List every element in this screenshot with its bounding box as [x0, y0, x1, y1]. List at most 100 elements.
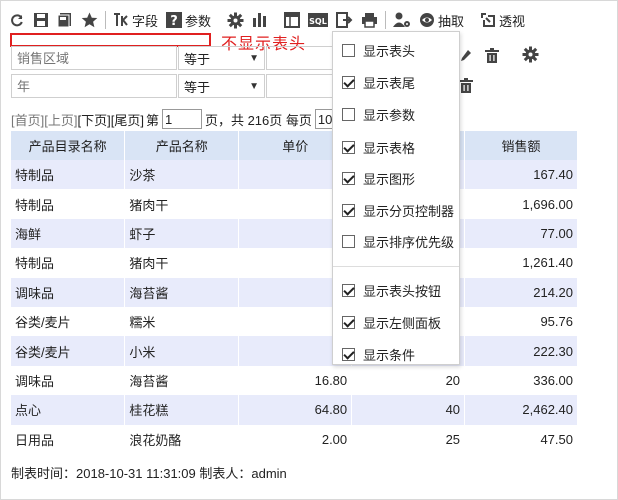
menu-item-label: 显示图形: [363, 172, 416, 187]
year-value-input[interactable]: [266, 74, 336, 98]
print-button[interactable]: [357, 6, 382, 34]
table-cell: 海苔酱: [124, 365, 240, 396]
menu-item-show-sort-priority[interactable]: 显示排序优先级: [342, 232, 454, 251]
trash-icon[interactable]: [459, 78, 473, 94]
refresh-button[interactable]: [5, 6, 29, 34]
table-cell: 沙茶: [124, 160, 240, 190]
favorite-button[interactable]: [77, 6, 102, 34]
toolbar-separator: [105, 11, 106, 29]
export-icon: [336, 12, 353, 28]
table-cell: 日用品: [11, 424, 126, 454]
menu-item-show-left-panel[interactable]: 显示左侧面板: [342, 313, 441, 332]
table-cell: 特制品: [11, 160, 126, 190]
year-operator-select[interactable]: 等于 ▼: [178, 74, 265, 98]
menu-item-show-table[interactable]: 显示表格: [342, 138, 415, 157]
menu-item-label: 显示表格: [363, 141, 416, 156]
table-cell: 调味品: [11, 277, 126, 307]
table-row: 海鲜虾子7077.00: [11, 218, 578, 249]
toolbar-separator: [385, 11, 387, 29]
region-operator-select[interactable]: 等于 ▼: [178, 46, 265, 70]
table-cell: 95.76: [464, 306, 578, 337]
field-label: 字段: [132, 13, 159, 29]
menu-item-show-header[interactable]: 显示表头: [342, 41, 415, 60]
window-icon: [284, 12, 301, 28]
page-prefix: 第: [145, 112, 159, 128]
menu-item-label: 显示表头按钮: [363, 284, 442, 299]
pagination: [首页] [上页] [下页] [尾页] 第 1 页，共 216页 每页 10: [11, 109, 345, 129]
table-row: 日用品 浪花奶酪 2.00 25 47.50: [11, 424, 578, 454]
menu-item-show-conditions[interactable]: 显示条件: [342, 345, 415, 364]
table-cell: 桂花糕: [124, 395, 240, 425]
menu-item-show-footer[interactable]: 显示表尾: [342, 73, 415, 92]
checkbox-icon[interactable]: [342, 76, 355, 89]
menu-item-label: 显示参数: [363, 108, 416, 123]
user-button[interactable]: [389, 6, 415, 34]
region-value-input[interactable]: [266, 46, 336, 70]
gear-icon[interactable]: [522, 46, 539, 63]
region-filter-input[interactable]: [11, 46, 177, 70]
checkbox-icon[interactable]: [342, 44, 355, 57]
column-header[interactable]: 产品名称: [124, 131, 240, 160]
save-button[interactable]: [29, 6, 53, 34]
annotation-highlight-box: [10, 33, 211, 47]
table-cell: 16.80: [238, 365, 353, 396]
menu-item-label: 显示左侧面板: [363, 316, 442, 331]
table-cell: 点心: [11, 395, 126, 425]
export-button[interactable]: [332, 6, 357, 34]
year-filter-input[interactable]: [11, 74, 177, 98]
checkbox-icon[interactable]: [342, 316, 355, 329]
sql-button[interactable]: SQL: [304, 6, 332, 34]
question-icon: ?: [166, 12, 183, 28]
table-cell: 糯米: [124, 306, 240, 337]
table-cell: 47.50: [464, 424, 578, 454]
checkbox-icon[interactable]: [342, 108, 355, 121]
table-cell: 1,696.00: [464, 189, 578, 219]
menu-item-show-params[interactable]: 显示参数: [342, 105, 415, 124]
user-settings-icon: [393, 12, 411, 27]
checkbox-icon[interactable]: [342, 235, 355, 248]
save-as-button[interactable]: [53, 6, 77, 34]
svg-text:SQL: SQL: [309, 17, 327, 26]
table-cell: 40: [351, 395, 466, 425]
table-footer: 制表时间：2018-10-31 11:31:09 制表人：admin: [11, 466, 287, 481]
menu-item-show-pager[interactable]: 显示分页控制器: [342, 201, 454, 220]
checkbox-icon[interactable]: [342, 348, 355, 361]
checkbox-icon[interactable]: [342, 204, 355, 217]
prev-page-link[interactable]: [上页]: [44, 110, 77, 129]
table-cell: 猪肉干: [124, 189, 240, 219]
column-header[interactable]: 产品目录名称: [11, 131, 126, 160]
extract-button[interactable]: 抽取: [415, 6, 468, 34]
checkbox-icon[interactable]: [342, 172, 355, 185]
trash-icon[interactable]: [485, 48, 499, 64]
table-cell: 2.00: [238, 424, 353, 454]
menu-item-show-chart[interactable]: 显示图形: [342, 169, 415, 188]
column-header[interactable]: 销售额: [464, 131, 578, 160]
table-cell: 77.00: [464, 218, 578, 249]
first-page-link[interactable]: [首页]: [11, 110, 44, 129]
menu-item-label: 显示表尾: [363, 76, 416, 91]
menu-item-label: 显示排序优先级: [363, 235, 455, 250]
checkbox-icon[interactable]: [342, 284, 355, 297]
pivot-button[interactable]: 透视: [476, 6, 529, 34]
table-cell: 特制品: [11, 248, 126, 278]
menu-divider: [333, 266, 459, 267]
checkbox-icon[interactable]: [342, 141, 355, 154]
next-page-link[interactable]: [下页]: [77, 110, 110, 129]
save-as-icon: [57, 13, 71, 28]
table-cell: 谷类/麦片: [11, 306, 126, 337]
last-page-link[interactable]: [尾页]: [111, 110, 144, 129]
menu-item-label: 显示分页控制器: [363, 204, 455, 219]
table-cell: 2,462.40: [464, 395, 578, 425]
param-button[interactable]: ? 参数: [162, 6, 215, 34]
page-total-text: 页，共 216页 每页: [204, 112, 312, 128]
data-table: 产品目录名称 产品名称 单价 数量 销售额 特制品沙茶189167.40 特制品…: [11, 131, 578, 454]
table-cell: 25: [351, 424, 466, 454]
table-cell: 167.40: [464, 160, 578, 190]
menu-item-show-header-buttons[interactable]: 显示表头按钮: [342, 281, 441, 300]
sql-icon: SQL: [308, 13, 329, 27]
table-row: 谷类/麦片小米155222.30: [11, 336, 578, 366]
region-operator-value: 等于: [184, 51, 211, 67]
pencil-icon[interactable]: [460, 49, 472, 63]
field-button[interactable]: 字段: [109, 6, 162, 34]
page-number-input[interactable]: 1: [161, 109, 202, 129]
